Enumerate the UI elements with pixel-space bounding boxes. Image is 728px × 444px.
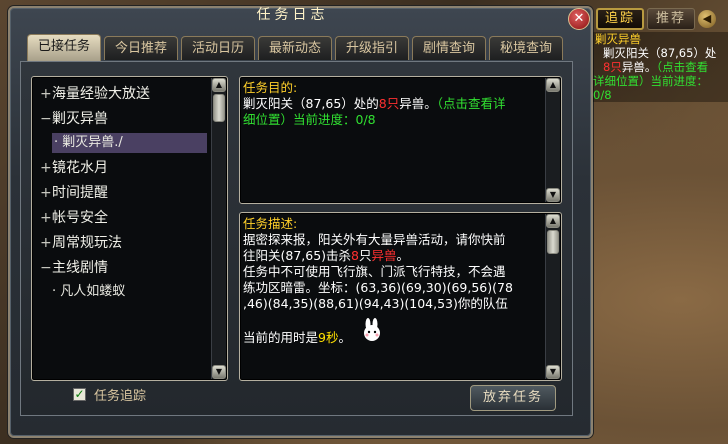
expand-icon[interactable]: +	[40, 207, 52, 229]
scroll-up-icon[interactable]: ▲	[212, 78, 226, 92]
bullet-icon: ·	[52, 284, 57, 299]
desc-text: 往阳关(87,65)击杀	[243, 248, 352, 263]
scroll-down-icon[interactable]: ▼	[212, 365, 226, 379]
desc-target: 异兽	[371, 248, 397, 263]
list-item[interactable]: +帐号安全	[40, 207, 108, 229]
bunny-emote-icon	[364, 318, 380, 341]
quest-goal-panel: 任务目的: 剿灭阳关（87,65）处的8只异兽。（点击查看详 细位置）当前进度：…	[239, 76, 562, 204]
tab-story-query[interactable]: 剧情查询	[412, 36, 486, 60]
goal-location-link[interactable]: （点击查看详	[437, 96, 506, 111]
tab-levelup-guide[interactable]: 升级指引	[335, 36, 409, 60]
scroll-down-icon[interactable]: ▼	[546, 365, 560, 379]
collapse-arrow-icon[interactable]: ◀	[698, 10, 716, 28]
tab-news[interactable]: 最新动态	[258, 36, 332, 60]
list-item-label: 剿灭异兽./	[62, 135, 123, 150]
list-item-label: 镜花水月	[52, 160, 108, 176]
quest-list-scrollbar[interactable]: ▲ ▼	[211, 78, 226, 379]
goal-progress[interactable]: 细位置）当前进度：0/8	[243, 112, 376, 128]
expand-icon[interactable]: +	[40, 232, 52, 254]
list-item-selected[interactable]: · 剿灭异兽./	[52, 133, 207, 153]
list-item-label: 周常规玩法	[52, 235, 122, 251]
tab-today[interactable]: 今日推荐	[104, 36, 178, 60]
desc-text: 只	[359, 248, 372, 263]
tab-track[interactable]: 追踪	[596, 8, 644, 30]
desc-count: 8	[351, 248, 359, 263]
desc-text: 当前的用时是	[243, 330, 319, 345]
tab-recommend[interactable]: 推荐	[647, 8, 695, 30]
quest-track-checkbox[interactable]: ✓	[73, 388, 86, 401]
quest-tree-panel: +海量经验大放送 −剿灭异兽 · 剿灭异兽./ +镜花水月 +时间提醒 +帐号安…	[31, 76, 228, 381]
desc-line: 往阳关(87,65)击杀8只异兽。	[243, 248, 409, 264]
scrollbar-thumb[interactable]	[213, 94, 225, 122]
tracker-quest-title[interactable]: 剿灭异兽	[595, 32, 641, 46]
tracker-line: 8只异兽。（点击查看	[603, 60, 708, 74]
collapse-icon[interactable]: −	[40, 257, 52, 279]
tab-calendar[interactable]: 活动日历	[181, 36, 255, 60]
scroll-down-icon[interactable]: ▼	[546, 188, 560, 202]
quest-description-panel: 任务描述: 据密探来报，阳关外有大量异兽活动，请你快前 往阳关(87,65)击杀…	[239, 212, 562, 381]
list-item[interactable]: +周常规玩法	[40, 232, 122, 254]
tracker-count: 8只	[603, 60, 622, 74]
tab-realm-query[interactable]: 秘境查询	[489, 36, 563, 60]
desc-line: 据密探来报，阳关外有大量异兽活动，请你快前	[243, 232, 506, 247]
goal-target: 异兽。	[399, 96, 437, 111]
goal-scrollbar[interactable]: ▲ ▼	[545, 78, 560, 202]
goal-count: 8只	[378, 96, 400, 111]
list-item-label: 帐号安全	[52, 210, 108, 226]
list-item-label: 凡人如蝼蚁	[60, 284, 126, 299]
goal-line-1: 剿灭阳关（87,65）处的8只异兽。（点击查看详	[243, 96, 506, 112]
description-scrollbar[interactable]: ▲ ▼	[545, 214, 560, 379]
goal-heading: 任务目的:	[243, 80, 298, 95]
desc-text: 。	[396, 248, 410, 263]
desc-line: ,46)(84,35)(88,61)(94,43)(104,53)你的队伍	[243, 296, 508, 311]
list-item[interactable]: · 凡人如蝼蚁	[52, 282, 125, 302]
tab-accepted[interactable]: 已接任务	[27, 34, 101, 61]
abandon-quest-button[interactable]: 放弃任务	[470, 385, 556, 411]
list-item[interactable]: −主线剧情	[40, 257, 108, 279]
tracker-progress[interactable]: 0/8	[593, 88, 612, 102]
list-item-label: 时间提醒	[52, 185, 108, 201]
window-title: 任务日志	[256, 7, 329, 23]
collapse-icon[interactable]: −	[40, 108, 52, 130]
tracker-line[interactable]: 详细位置）当前进度：	[593, 74, 708, 88]
expand-icon[interactable]: +	[40, 157, 52, 179]
scroll-up-icon[interactable]: ▲	[546, 78, 560, 92]
desc-heading: 任务描述:	[243, 216, 298, 231]
tracker-location-link[interactable]: （点击查看	[656, 60, 708, 74]
list-item[interactable]: −剿灭异兽	[40, 108, 108, 130]
goal-text: 剿灭阳关（87,65）处的	[243, 96, 379, 111]
desc-line: 练功区暗雷。坐标：(63,36)(69,30)(69,56)(78	[243, 280, 513, 295]
list-item-label: 海量经验大放送	[52, 86, 150, 102]
close-icon[interactable]: ✕	[568, 8, 590, 30]
desc-line: 当前的用时是9秒。	[243, 330, 351, 346]
scrollbar-thumb[interactable]	[547, 230, 559, 254]
expand-icon[interactable]: +	[40, 182, 52, 204]
tracker-line: 剿灭阳关（87,65）处	[603, 46, 717, 60]
list-item[interactable]: +镜花水月	[40, 157, 108, 179]
list-item-label: 主线剧情	[52, 260, 108, 276]
desc-text: 。	[338, 330, 351, 345]
quest-track-label: 任务追踪	[94, 389, 147, 404]
list-item-label: 剿灭异兽	[52, 111, 108, 127]
quest-tracker-panel: 剿灭异兽 剿灭阳关（87,65）处 8只异兽。（点击查看 详细位置）当前进度： …	[593, 32, 728, 102]
tracker-target: 异兽。	[621, 60, 657, 74]
list-item[interactable]: +海量经验大放送	[40, 83, 150, 105]
list-item[interactable]: +时间提醒	[40, 182, 108, 204]
bullet-icon: ·	[54, 135, 59, 150]
desc-line: 任务中不可使用飞行旗、门派飞行特技，不会遇	[243, 264, 506, 279]
scroll-up-icon[interactable]: ▲	[546, 214, 560, 228]
expand-icon[interactable]: +	[40, 83, 52, 105]
elapsed-time: 9秒	[318, 330, 339, 345]
